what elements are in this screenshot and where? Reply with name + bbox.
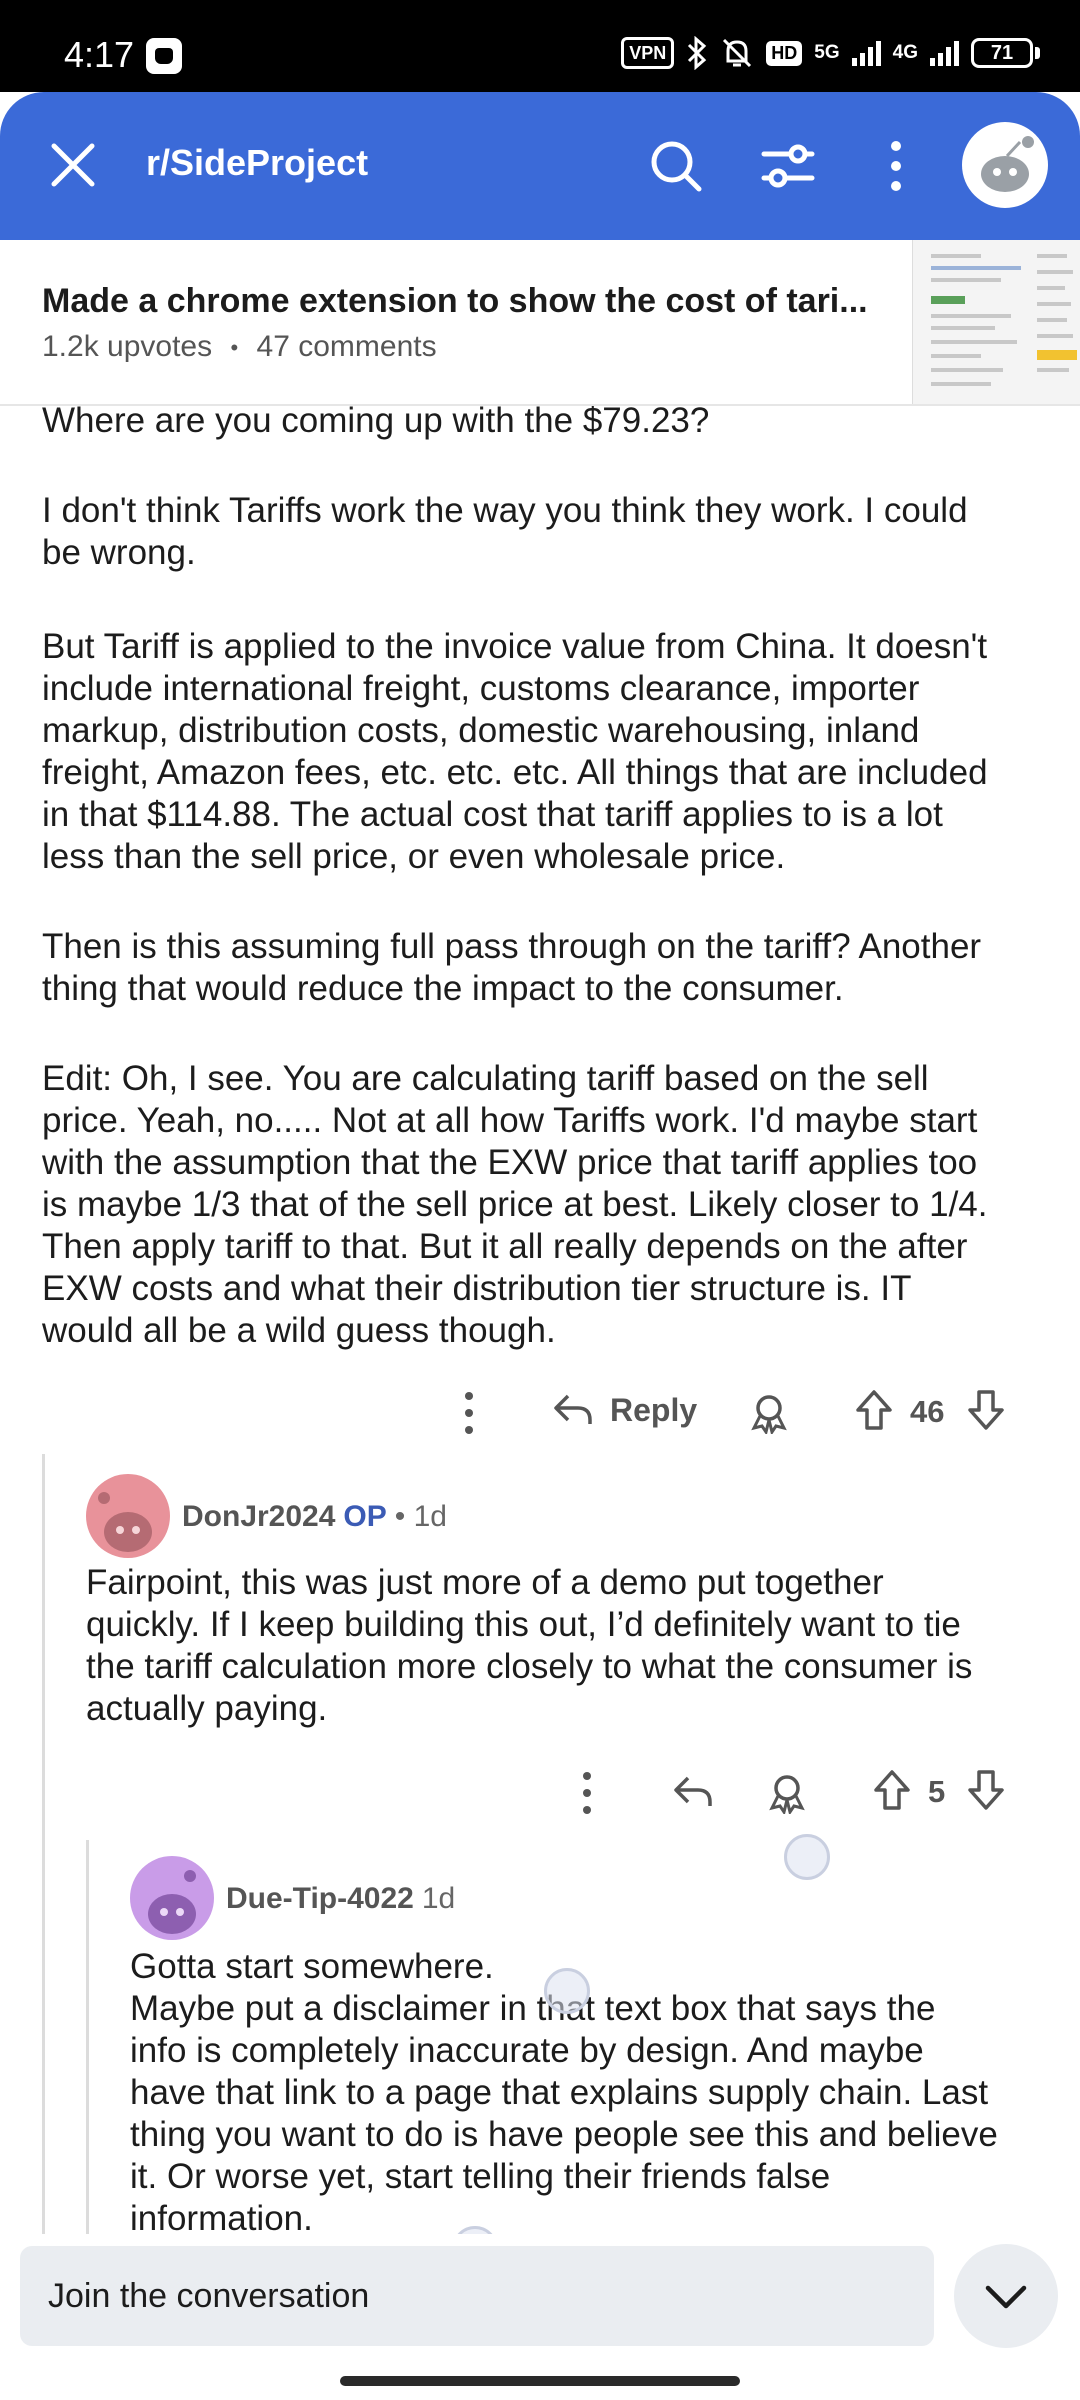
comment-age: • 1d — [394, 1500, 447, 1533]
comment-author-row: DonJr2024 OP • 1d — [182, 1500, 447, 1534]
comment-paragraph: I don't think Tariffs work the way you t… — [42, 491, 968, 572]
user-avatar[interactable] — [962, 122, 1048, 208]
comment-text: Fairpoint, this was just more of a demo … — [86, 1563, 973, 1728]
avatar[interactable] — [130, 1856, 214, 1940]
comment-text: Gotta start somewhere. Maybe put a discl… — [130, 1947, 998, 2234]
status-icons: VPN HD 5G 4G 71 — [621, 36, 1040, 70]
snoo-avatar-icon — [981, 136, 1034, 192]
comment-more-icon[interactable] — [580, 1770, 594, 1816]
upvote-icon[interactable] — [854, 1388, 894, 1432]
home-indicator[interactable] — [340, 2376, 740, 2386]
status-bar: 4:17 VPN HD 5G 4G 71 — [0, 0, 1080, 92]
join-conversation-input[interactable]: Join the conversation — [20, 2246, 934, 2346]
comment-thread: Where are you coming up with the $79.23?… — [0, 406, 1080, 2234]
composer-bar: Join the conversation — [0, 2234, 1080, 2400]
search-icon[interactable] — [644, 134, 708, 198]
bluetooth-icon — [688, 36, 707, 70]
network-5g-label: 5G — [814, 42, 840, 63]
comment-age: 1d — [421, 1882, 456, 1915]
avatar[interactable] — [86, 1474, 170, 1558]
close-icon[interactable] — [44, 136, 102, 194]
username[interactable]: Due-Tip-4022 — [226, 1882, 414, 1916]
app-notification-icon — [146, 38, 182, 74]
thread-line[interactable] — [86, 1840, 89, 2234]
reply-icon[interactable] — [672, 1772, 714, 1812]
award-icon[interactable] — [748, 1392, 790, 1434]
status-time: 4:17 — [64, 34, 135, 75]
comment-paragraph: Where are you coming up with the $79.23? — [42, 406, 710, 440]
post-meta: 1.2k upvotes • 47 comments — [42, 330, 437, 364]
app-header: r/SideProject — [0, 92, 1080, 240]
sort-filter-icon[interactable] — [756, 134, 820, 198]
comment-count: 47 comments — [256, 330, 437, 363]
network-4g-label: 4G — [892, 42, 918, 63]
signal-bars-icon-2 — [930, 40, 959, 66]
post-title[interactable]: Made a chrome extension to show the cost… — [42, 282, 882, 321]
upvote-icon[interactable] — [872, 1768, 912, 1812]
touch-indicator — [784, 1834, 830, 1880]
upvote-count: 1.2k upvotes — [42, 330, 213, 363]
more-options-icon[interactable] — [864, 134, 928, 198]
subreddit-name[interactable]: r/SideProject — [146, 142, 368, 184]
comment-paragraph: But Tariff is applied to the invoice val… — [42, 627, 988, 876]
thread-line[interactable] — [42, 1454, 45, 2234]
downvote-icon[interactable] — [966, 1768, 1006, 1812]
vpn-icon: VPN — [621, 37, 675, 69]
hd-icon: HD — [766, 40, 803, 66]
snoo-avatar-icon — [98, 1492, 152, 1552]
reply-button[interactable]: Reply — [552, 1390, 697, 1430]
touch-indicator — [544, 1968, 590, 2014]
battery-icon: 71 — [971, 38, 1040, 68]
comment-author-row: Due-Tip-4022 1d — [226, 1882, 455, 1916]
reply-icon — [554, 1394, 592, 1424]
chevron-down-icon — [985, 2285, 1027, 2309]
snoo-avatar-icon — [148, 1870, 196, 1934]
bell-muted-icon — [723, 38, 752, 68]
vote-count: 46 — [910, 1394, 945, 1429]
op-badge: OP — [343, 1500, 387, 1533]
collapse-button[interactable] — [954, 2244, 1058, 2348]
downvote-icon[interactable] — [966, 1388, 1006, 1432]
post-thumbnail[interactable] — [912, 240, 1080, 404]
vote-count: 5 — [928, 1774, 946, 1809]
comment-more-icon[interactable] — [462, 1390, 476, 1436]
signal-bars-icon — [851, 40, 881, 66]
username[interactable]: DonJr2024 — [182, 1500, 335, 1534]
reply-label: Reply — [610, 1391, 698, 1428]
meta-separator: • — [230, 335, 239, 361]
post-summary-bar[interactable]: Made a chrome extension to show the cost… — [0, 240, 1080, 406]
battery-level: 71 — [971, 38, 1033, 68]
award-icon[interactable] — [766, 1772, 808, 1814]
comment-paragraph: Edit: Oh, I see. You are calculating tar… — [42, 1059, 988, 1350]
comment-paragraph: Then is this assuming full pass through … — [42, 927, 982, 1008]
